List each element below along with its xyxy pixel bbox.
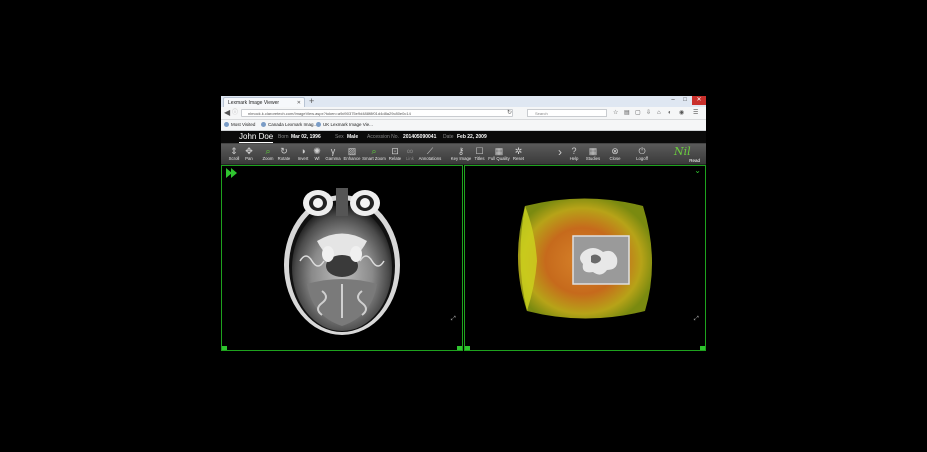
enhance-icon: ▨ xyxy=(347,146,357,156)
bookmark-icon xyxy=(224,122,229,128)
download-icon[interactable]: ⇩ xyxy=(646,109,651,117)
scroll-icon: ⇕ xyxy=(230,146,238,156)
maximize-icon[interactable]: □ xyxy=(680,96,690,105)
window-level-icon: ✺ xyxy=(313,146,321,156)
info-icon[interactable]: ⓘ xyxy=(232,108,238,118)
gamma-icon: γ xyxy=(330,146,336,156)
tool-full-quality[interactable]: ▦ Full Quality xyxy=(487,144,511,164)
menu-icon[interactable]: ☰ xyxy=(693,109,698,117)
expand-icon[interactable]: ⤢ xyxy=(694,316,700,322)
full-quality-icon: ▦ xyxy=(494,146,504,156)
logo-text: Nil xyxy=(674,145,691,158)
tab-title: Lexmark Image Viewer xyxy=(228,100,280,106)
bookmark-uk[interactable]: UK Lexmark Image Vie... xyxy=(316,121,373,129)
bookmark-icon xyxy=(316,122,321,128)
window-close-icon[interactable]: ✕ xyxy=(692,96,706,105)
born-label: Born xyxy=(278,134,289,140)
born-value: Mar 02, 1996 xyxy=(291,134,321,140)
back-icon[interactable]: ◀ xyxy=(224,108,230,118)
tool-enhance[interactable]: ▨ Enhance xyxy=(342,144,362,164)
pan-icon: ✥ xyxy=(245,146,253,156)
nav-bar: ◀ ⓘ nlmock.k.claroretech.com/ImageView.a… xyxy=(221,107,706,120)
viewport-right[interactable]: ⌄ ⤢ xyxy=(464,165,706,351)
mri-axial-brain-image xyxy=(284,188,400,335)
tool-smart-zoom[interactable]: ⌕ Smart Zoom xyxy=(362,144,386,164)
tool-rotate[interactable]: ↻ Rotate xyxy=(275,144,293,164)
close-icon: ⊗ xyxy=(611,146,619,156)
relate-icon: ⊡ xyxy=(391,146,399,156)
pocket-icon[interactable]: ◐ xyxy=(668,109,672,117)
tool-gamma[interactable]: γ Gamma xyxy=(324,144,342,164)
corner-marker xyxy=(465,346,470,350)
link-icon: ∞ xyxy=(406,146,414,156)
tool-relate[interactable]: ⊡ Relate xyxy=(386,144,404,164)
viewer-toolbar: ⇕ Scroll ✥ Pan ⌕ Zoom ↻ Rotate ◑ Invert ✺ Wl γ… xyxy=(221,144,706,165)
bookmark-icon xyxy=(261,122,266,128)
tool-annotations[interactable]: ⟋ Annotations xyxy=(417,144,443,164)
tool-invert[interactable]: ◑ Invert xyxy=(295,144,311,164)
tool-wl[interactable]: ✺ Wl xyxy=(311,144,323,164)
help-icon: ? xyxy=(571,146,577,156)
tool-key-image[interactable]: ⚷ Key Image xyxy=(450,144,472,164)
accession-value: 201405090041 xyxy=(403,134,437,140)
expand-icon[interactable]: ⤢ xyxy=(451,316,457,322)
studies-icon: ▦ xyxy=(588,146,598,156)
reset-icon: ✲ xyxy=(514,146,523,156)
search-placeholder: Search xyxy=(535,110,548,116)
bookmark-canada[interactable]: Canada Lexmark Imag... xyxy=(261,121,317,129)
date-label: Date xyxy=(443,134,454,140)
reload-icon[interactable]: ↻ xyxy=(507,108,512,118)
home-icon[interactable]: ⌂ xyxy=(657,109,661,117)
titles-icon: ☐ xyxy=(475,146,484,156)
power-icon: ⏻ xyxy=(638,146,646,156)
invert-icon: ◑ xyxy=(300,146,306,156)
browser-window: Lexmark Image Viewer ✕ + – □ ✕ ◀ ⓘ nlmoc… xyxy=(221,96,706,354)
smart-zoom-icon: ⌕ xyxy=(371,146,377,156)
url-input[interactable]: nlmock.k.claroretech.com/ImageView.aspx?… xyxy=(241,108,513,117)
tool-help[interactable]: ? Help xyxy=(567,144,581,164)
corner-marker xyxy=(222,346,227,350)
patient-header: John Doe Born Mar 02, 1996 Sex Male Acce… xyxy=(221,131,706,144)
star-icon[interactable]: ☆ xyxy=(613,109,618,117)
tool-pan[interactable]: ✥ Pan xyxy=(242,144,256,164)
viewport-left[interactable]: ⤢ xyxy=(221,165,463,351)
rotate-icon: ↻ xyxy=(280,146,288,156)
annotation-icon: ⟋ xyxy=(426,146,434,156)
chevron-right-icon: › xyxy=(558,145,562,159)
tab-bar: Lexmark Image Viewer ✕ + – □ ✕ xyxy=(221,96,706,107)
tool-scroll[interactable]: ⇕ Scroll xyxy=(226,144,242,164)
logo-sub: Read xyxy=(689,158,700,163)
zoom-icon: ⌕ xyxy=(265,146,271,156)
tool-reset[interactable]: ✲ Reset xyxy=(511,144,526,164)
accession-label: Accession No. xyxy=(367,134,399,140)
lock-icon[interactable]: ▢ xyxy=(635,109,641,117)
tool-close[interactable]: ⊗ Close xyxy=(607,144,623,164)
sex-label: Sex xyxy=(335,134,344,140)
key-image-icon: ⚷ xyxy=(457,146,465,156)
app-logo: Nil Read xyxy=(674,145,700,163)
search-input[interactable]: Search xyxy=(527,108,607,117)
patient-name: John Doe xyxy=(239,132,274,143)
corner-marker xyxy=(457,346,462,350)
corner-marker xyxy=(700,346,705,350)
extension-icon[interactable]: ◉ xyxy=(679,109,684,117)
tool-studies[interactable]: ▦ Studies xyxy=(583,144,603,164)
minimize-icon[interactable]: – xyxy=(668,96,678,105)
tool-logoff[interactable]: ⏻ Logoff xyxy=(632,144,652,164)
tab-close-icon[interactable]: ✕ xyxy=(297,98,301,107)
toolbar-more-button[interactable]: › xyxy=(555,144,563,164)
tool-link[interactable]: ∞ Link xyxy=(404,144,416,164)
image-viewer: ⤢ ⌄ ⤢ xyxy=(221,165,706,354)
tool-titles[interactable]: ☐ Titles xyxy=(472,144,487,164)
bookmark-most-visited[interactable]: Most Visited xyxy=(224,121,255,129)
reading-list-icon[interactable]: ▤ xyxy=(624,109,630,117)
bookmarks-bar: Most Visited Canada Lexmark Imag... UK L… xyxy=(221,120,706,131)
new-tab-icon[interactable]: + xyxy=(309,96,314,106)
date-value: Feb 22, 2009 xyxy=(457,134,487,140)
fundus-image xyxy=(517,198,653,319)
sex-value: Male xyxy=(347,134,359,140)
browser-tab[interactable]: Lexmark Image Viewer ✕ xyxy=(223,97,305,107)
